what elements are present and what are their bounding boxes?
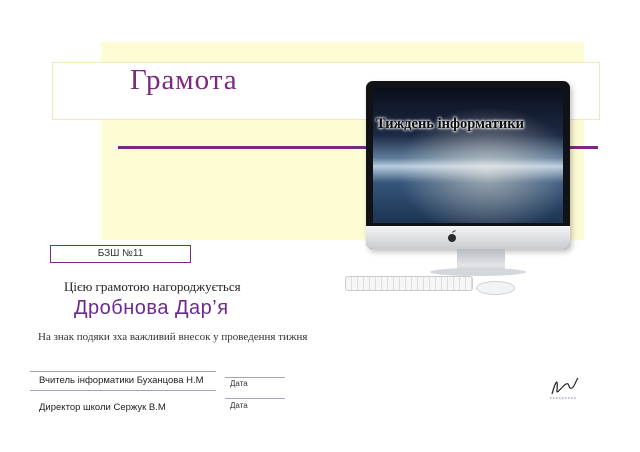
- keyboard-image: [345, 276, 473, 291]
- school-label: БЗШ №11: [50, 245, 191, 263]
- award-line: Цією грамотою нагороджується: [64, 279, 241, 294]
- earth-horizon-glow: [373, 88, 563, 223]
- monitor-screen: [373, 88, 563, 223]
- signature-line-bottom: [30, 390, 216, 391]
- handwritten-signature-icon: [550, 377, 579, 399]
- director-signature-name: Директор школи Сержук В.М: [39, 402, 166, 413]
- screen-title: Тиждень інформатики: [376, 116, 524, 132]
- date-line-top: [225, 377, 285, 378]
- date-line-bottom: [225, 398, 285, 399]
- teacher-signature-name: Вчитель інформатики Буханцова Н.М: [39, 375, 204, 386]
- award-reason: На знак подяки зха важливий внесок у про…: [38, 331, 308, 343]
- monitor-stand-base: [430, 268, 526, 276]
- monitor-chin: [366, 226, 570, 249]
- apple-logo-icon: [448, 230, 456, 242]
- date-label: Дата: [230, 401, 248, 410]
- signature-line-top: [30, 371, 216, 372]
- certificate-title: Грамота: [130, 64, 238, 96]
- date-label: Дата: [230, 379, 248, 388]
- recipient-name: Дробнова Дар’я: [74, 297, 229, 319]
- mouse-image: [476, 281, 515, 295]
